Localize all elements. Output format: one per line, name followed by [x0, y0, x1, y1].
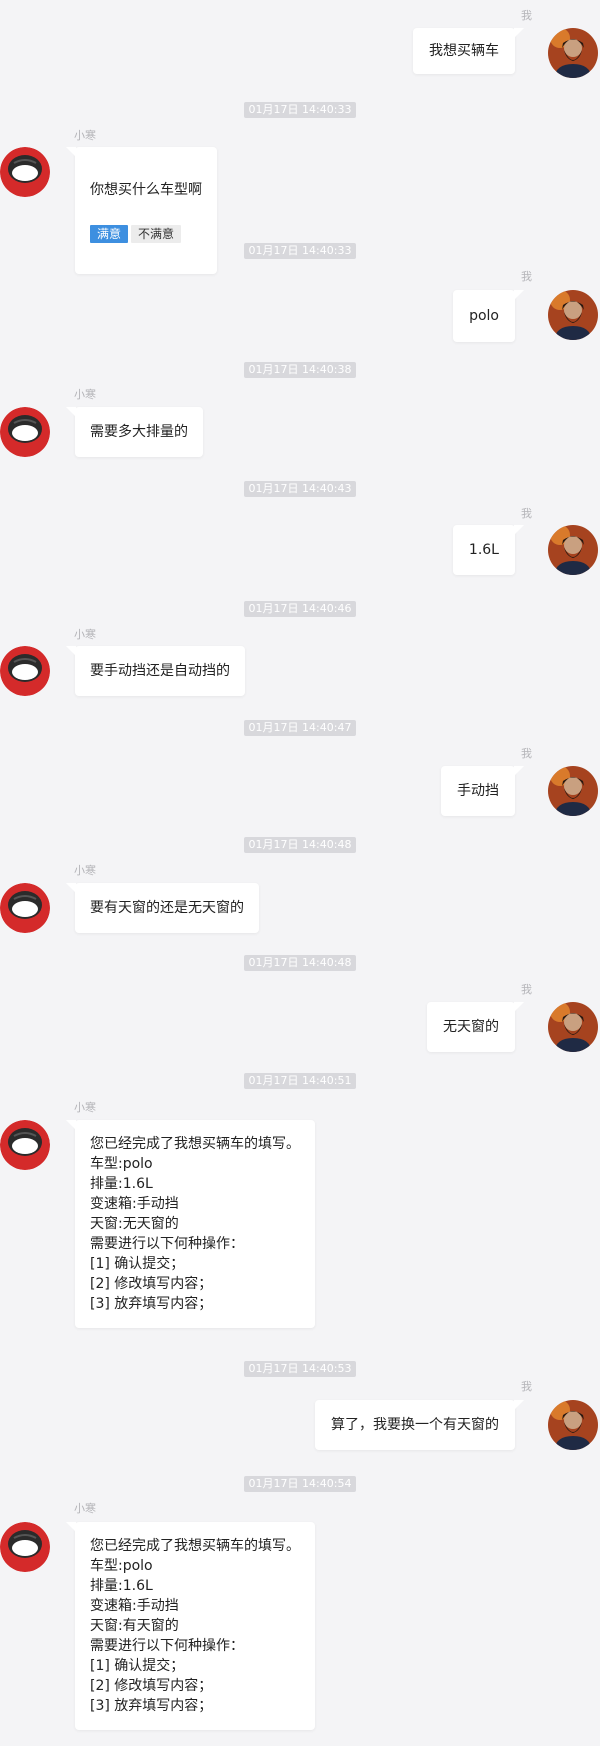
sender-name-user: 我	[521, 507, 532, 520]
user-avatar-icon[interactable]	[548, 766, 598, 816]
timestamp: 01月17日 14:40:43	[0, 477, 600, 497]
message-text: 你想买什么车型啊	[90, 182, 202, 198]
bot-avatar-icon[interactable]	[0, 1522, 50, 1572]
timestamp: 01月17日 14:40:38	[0, 358, 600, 378]
sender-name-bot: 小寒	[74, 864, 96, 877]
message-bubble-user: 我想买辆车	[413, 28, 524, 74]
bot-avatar-icon[interactable]	[0, 147, 50, 197]
timestamp: 01月17日 14:40:48	[0, 951, 600, 971]
sender-name-user: 我	[521, 270, 532, 283]
message-bubble-bot: 要手动挡还是自动挡的	[66, 646, 245, 696]
user-avatar-icon[interactable]	[548, 28, 598, 78]
user-avatar-icon[interactable]	[548, 290, 598, 340]
bot-avatar-icon[interactable]	[0, 1120, 50, 1170]
sender-name-bot: 小寒	[74, 129, 96, 142]
message-bubble-bot: 需要多大排量的	[66, 407, 203, 457]
timestamp: 01月17日 14:40:51	[0, 1069, 600, 1089]
bot-avatar-icon[interactable]	[0, 407, 50, 457]
message-bubble-user: 1.6L	[452, 525, 525, 575]
sender-name-user: 我	[521, 747, 532, 760]
sender-name-bot: 小寒	[74, 388, 96, 401]
message-bubble-bot: 要有天窗的还是无天窗的	[66, 883, 259, 933]
message-bubble-user: 无天窗的	[427, 1002, 524, 1052]
message-bubble-bot: 您已经完成了我想买辆车的填写。 车型:polo 排量:1.6L 变速箱:手动挡 …	[66, 1120, 315, 1328]
user-avatar-icon[interactable]	[548, 1400, 598, 1450]
message-bubble-user: polo	[453, 290, 524, 342]
timestamp: 01月17日 14:40:33	[0, 239, 600, 259]
chat-window: 我 我想买辆车 01月17日 14:40:33 小寒 你想买什么车型啊 满意 不满…	[0, 0, 600, 1746]
sender-name-user: 我	[521, 983, 532, 996]
timestamp: 01月17日 14:40:46	[0, 597, 600, 617]
message-bubble-bot: 您已经完成了我想买辆车的填写。 车型:polo 排量:1.6L 变速箱:手动挡 …	[66, 1522, 315, 1730]
timestamp: 01月17日 14:40:47	[0, 716, 600, 736]
user-avatar-icon[interactable]	[548, 525, 598, 575]
message-bubble-user: 算了，我要换一个有天窗的	[315, 1400, 524, 1450]
bot-avatar-icon[interactable]	[0, 883, 50, 933]
timestamp: 01月17日 14:40:53	[0, 1357, 600, 1377]
bot-avatar-icon[interactable]	[0, 646, 50, 696]
sender-name-bot: 小寒	[74, 628, 96, 641]
timestamp: 01月17日 14:40:48	[0, 833, 600, 853]
sender-name-bot: 小寒	[74, 1101, 96, 1114]
timestamp: 01月17日 14:40:33	[0, 98, 600, 118]
sender-name-user: 我	[521, 9, 532, 22]
sender-name-bot: 小寒	[74, 1502, 96, 1515]
user-avatar-icon[interactable]	[548, 1002, 598, 1052]
message-bubble-user: 手动挡	[441, 766, 524, 816]
timestamp: 01月17日 14:40:54	[0, 1472, 600, 1492]
sender-name-user: 我	[521, 1380, 532, 1393]
